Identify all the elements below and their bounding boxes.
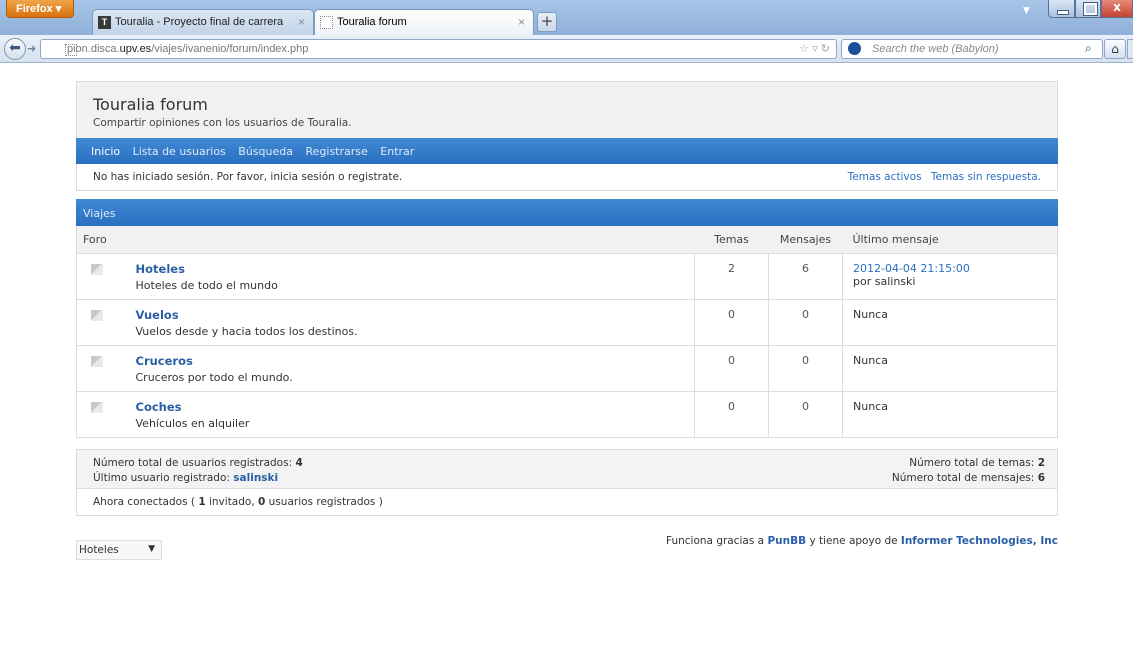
page-title: Touralia forum xyxy=(93,95,208,114)
topics-count: 0 xyxy=(694,299,769,346)
topics-count: 0 xyxy=(694,391,769,438)
navigation-toolbar: ⬅ ➜ pion.disca.upv.es/viajes/ivanenio/fo… xyxy=(0,35,1133,63)
tab-touralia-proyecto[interactable]: T Touralia - Proyecto final de carrera × xyxy=(92,9,314,35)
column-header-forum: Foro xyxy=(76,226,695,254)
menu-item-entrar[interactable]: Entrar xyxy=(380,145,414,158)
forum-link-cruceros[interactable]: Cruceros xyxy=(136,354,695,368)
forum-status-icon xyxy=(91,355,103,367)
forum-status-icon xyxy=(91,401,103,413)
search-icon[interactable]: ⌕ xyxy=(1085,41,1092,56)
last-post-text: Nunca xyxy=(853,353,888,367)
babylon-engine-icon[interactable] xyxy=(848,42,861,55)
last-post-text: Nunca xyxy=(853,399,888,413)
table-row: Coches Vehículos en alquiler 0 0 Nunca xyxy=(76,391,1058,438)
bookmarks-button[interactable] xyxy=(1127,39,1133,59)
last-post-link[interactable]: 2012-04-04 21:15:00 xyxy=(853,262,1057,275)
forum-description: Cruceros por todo el mundo. xyxy=(135,370,293,384)
posts-count: 0 xyxy=(768,391,843,438)
total-posts-value: 6 xyxy=(1037,471,1045,484)
new-tab-button[interactable]: + xyxy=(537,12,557,32)
menu-item-busqueda[interactable]: Búsqueda xyxy=(238,145,293,158)
footer-credits: Funciona gracias a PunBB y tiene apoyo d… xyxy=(666,535,1058,547)
guests-count: 1 xyxy=(198,495,206,508)
online-users: Ahora conectados ( 1 invitado, 0 usuario… xyxy=(77,487,1057,515)
board-header: Touralia forum Compartir opiniones con l… xyxy=(76,81,1058,138)
url-bar[interactable]: pion.disca.upv.es/viajes/ivanenio/forum/… xyxy=(40,39,837,59)
forward-button[interactable]: ➜ xyxy=(27,42,36,55)
forum-jump-select[interactable]: Hoteles ▼ xyxy=(76,540,162,560)
tab-label: Touralia forum xyxy=(337,16,407,28)
firefox-menu-button[interactable]: Firefox ▾ xyxy=(6,0,74,18)
forum-page: Touralia forum Compartir opiniones con l… xyxy=(76,81,1058,516)
newest-user-link[interactable]: salinski xyxy=(233,472,278,484)
board-description: Compartir opiniones con los usuarios de … xyxy=(93,117,352,129)
main-menu: Inicio Lista de usuarios Búsqueda Regist… xyxy=(76,138,1058,164)
back-button[interactable]: ⬅ xyxy=(4,38,26,60)
chevron-down-icon: ▼ xyxy=(148,544,155,554)
tab-list-chevron-icon[interactable]: ▼ xyxy=(1023,6,1030,16)
board-stats: Número total de usuarios registrados: 4 … xyxy=(76,448,1058,516)
topics-count: 2 xyxy=(694,253,769,300)
posts-count: 0 xyxy=(768,345,843,392)
punbb-link[interactable]: PunBB xyxy=(767,535,806,547)
posts-count: 6 xyxy=(768,253,843,300)
table-header-row: Foro Temas Mensajes Último mensaje xyxy=(76,226,1058,254)
column-header-posts: Mensajes xyxy=(768,226,843,254)
table-row: Vuelos Vuelos desde y hacia todos los de… xyxy=(76,299,1058,346)
forum-description: Hoteles de todo el mundo xyxy=(135,278,278,292)
minimize-button[interactable] xyxy=(1048,0,1075,18)
last-post-author: por salinski xyxy=(853,274,916,288)
topics-count: 0 xyxy=(694,345,769,392)
forum-table: Foro Temas Mensajes Último mensaje Hotel… xyxy=(76,226,1058,438)
forum-status-icon xyxy=(91,309,103,321)
tab-touralia-forum[interactable]: Touralia forum × xyxy=(314,9,534,35)
close-window-button[interactable]: x xyxy=(1101,0,1133,18)
tab-close-icon[interactable]: × xyxy=(518,15,525,29)
title-bar: Firefox ▾ T Touralia - Proyecto final de… xyxy=(0,0,1133,35)
unanswered-topics-link[interactable]: Temas sin respuesta. xyxy=(931,171,1041,183)
total-topics-value: 2 xyxy=(1037,456,1045,469)
forum-description: Vuelos desde y hacia todos los destinos. xyxy=(135,324,358,338)
menu-item-inicio[interactable]: Inicio xyxy=(91,145,120,158)
forum-description: Vehículos en alquiler xyxy=(135,416,250,430)
informer-link[interactable]: Informer Technologies, Inc xyxy=(901,535,1058,547)
tab-close-icon[interactable]: × xyxy=(298,15,305,29)
bookmark-star-reload-icon[interactable]: ☆ ▿ ↻ xyxy=(799,42,830,55)
active-topics-link[interactable]: Temas activos xyxy=(848,171,922,183)
maximize-button[interactable] xyxy=(1075,0,1101,18)
touralia-favicon-icon: T xyxy=(98,16,111,29)
registered-online-count: 0 xyxy=(258,495,266,508)
blank-page-favicon-icon xyxy=(320,16,333,29)
column-header-last-post: Último mensaje xyxy=(842,226,1058,254)
stats-row: Número total de usuarios registrados: 4 … xyxy=(77,449,1057,488)
quick-links: Temas activos Temas sin respuesta. xyxy=(842,171,1041,183)
last-post-text: Nunca xyxy=(853,307,888,321)
menu-item-registrarse[interactable]: Registrarse xyxy=(305,145,367,158)
posts-count: 0 xyxy=(768,299,843,346)
column-header-topics: Temas xyxy=(694,226,769,254)
forum-link-coches[interactable]: Coches xyxy=(136,400,695,414)
welcome-bar: No has iniciado sesión. Por favor, inici… xyxy=(76,164,1058,191)
forum-status-icon xyxy=(91,263,103,275)
table-row: Cruceros Cruceros por todo el mundo. 0 0… xyxy=(76,345,1058,392)
table-row: Hoteles Hoteles de todo el mundo 2 6 201… xyxy=(76,253,1058,300)
search-input[interactable]: Search the web (Babylon) xyxy=(841,39,1103,59)
page-identity-icon[interactable] xyxy=(65,44,77,56)
home-button[interactable]: ⌂ xyxy=(1104,39,1126,59)
menu-item-lista-usuarios[interactable]: Lista de usuarios xyxy=(133,145,226,158)
category-header: Viajes xyxy=(76,199,1058,226)
forum-link-hoteles[interactable]: Hoteles xyxy=(136,262,695,276)
total-users-value: 4 xyxy=(295,456,303,469)
forum-link-vuelos[interactable]: Vuelos xyxy=(136,308,695,322)
login-status-text: No has iniciado sesión. Por favor, inici… xyxy=(93,171,403,183)
tab-label: Touralia - Proyecto final de carrera xyxy=(115,16,284,28)
